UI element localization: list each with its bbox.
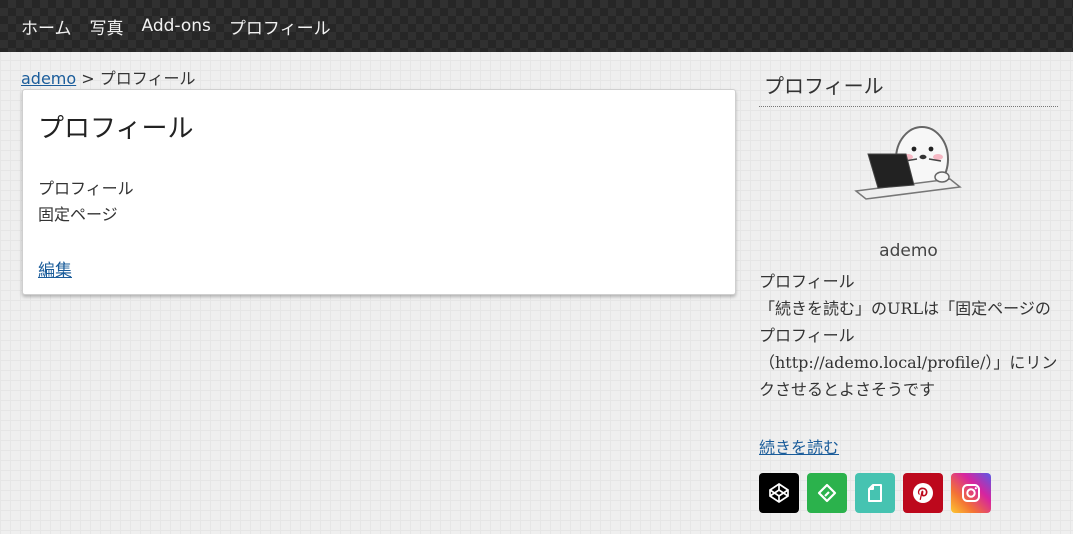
sidebar-widget-title: プロフィール xyxy=(759,70,1058,107)
breadcrumb-home-link[interactable]: ademo xyxy=(21,69,76,88)
author-bio: プロフィール 「続きを読む」のURLは「固定ページのプロフィール（http://… xyxy=(759,268,1058,403)
instagram-button[interactable] xyxy=(951,473,991,513)
feedly-button[interactable] xyxy=(807,473,847,513)
seal-laptop-illustration xyxy=(854,126,962,200)
feedly-icon xyxy=(817,483,837,503)
codepen-icon xyxy=(769,482,789,504)
codepen-button[interactable] xyxy=(759,473,799,513)
breadcrumb-current: プロフィール xyxy=(99,69,196,88)
instagram-icon xyxy=(962,484,980,502)
page-title: プロフィール xyxy=(38,114,194,144)
author-bio-text: プロフィール 「続きを読む」のURLは「固定ページのプロフィール（http://… xyxy=(759,272,1058,399)
read-more-link[interactable]: 続きを読む xyxy=(759,434,839,458)
edit-link[interactable]: 編集 xyxy=(38,256,72,281)
nav-item-addons[interactable]: Add-ons xyxy=(142,16,211,36)
nav-item-home[interactable]: ホーム xyxy=(21,14,72,39)
content-line-2: 固定ページ xyxy=(38,205,118,224)
avatar xyxy=(850,117,965,217)
document-icon xyxy=(868,484,882,502)
author-name: ademo xyxy=(879,241,938,261)
nav-item-photos[interactable]: 写真 xyxy=(90,14,124,39)
pinterest-icon xyxy=(913,483,933,503)
nav-item-profile[interactable]: プロフィール xyxy=(229,14,331,39)
breadcrumb: ademo > プロフィール xyxy=(21,65,195,89)
document-button[interactable] xyxy=(855,473,895,513)
pinterest-button[interactable] xyxy=(903,473,943,513)
breadcrumb-separator: > xyxy=(81,69,95,88)
content-card: プロフィール プロフィール 固定ページ 編集 xyxy=(22,89,736,295)
content-line-1: プロフィール xyxy=(38,179,134,198)
social-links xyxy=(759,473,999,513)
top-nav: ホーム 写真 Add-ons プロフィール xyxy=(0,0,1073,52)
